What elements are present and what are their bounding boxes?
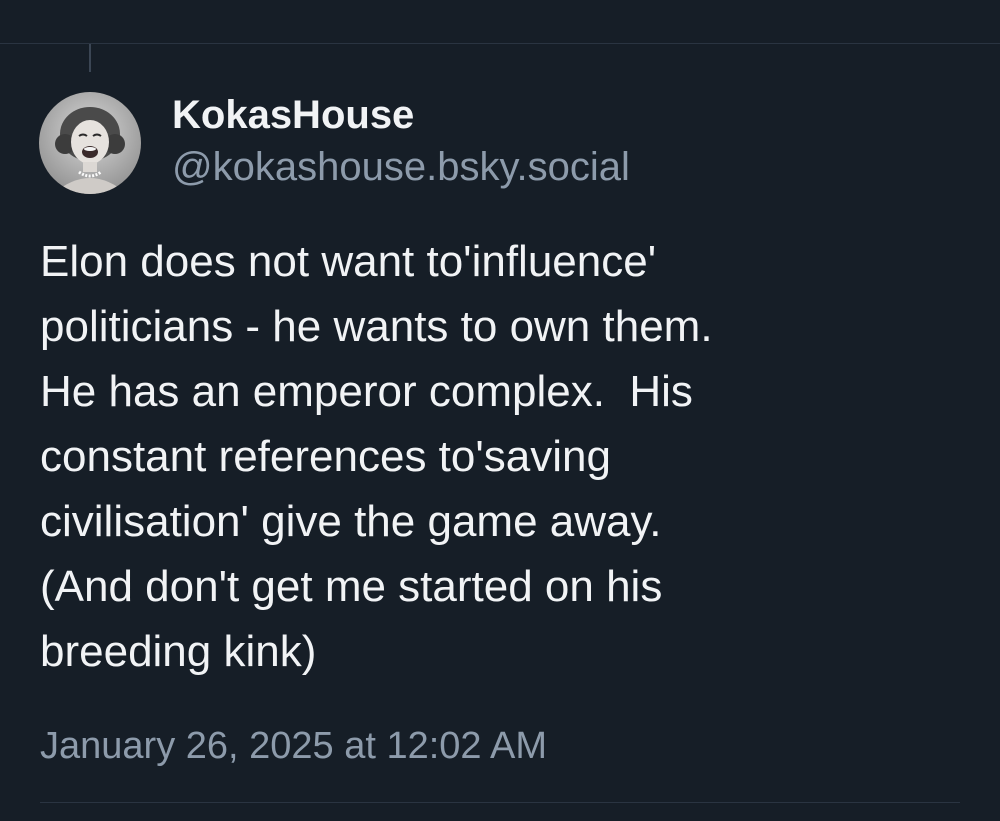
avatar[interactable] bbox=[39, 92, 141, 194]
post-timestamp[interactable]: January 26, 2025 at 12:02 AM bbox=[40, 718, 547, 774]
post-text: Elon does not want to'influence' politic… bbox=[40, 237, 713, 676]
post-author[interactable]: KokasHouse @kokashouse.bsky.social bbox=[172, 90, 630, 192]
vintage-portrait-avatar-icon bbox=[39, 92, 141, 194]
top-divider bbox=[0, 43, 1000, 44]
author-display-name[interactable]: KokasHouse bbox=[172, 90, 630, 140]
thread-connector-line bbox=[89, 44, 91, 72]
bottom-divider bbox=[40, 802, 960, 803]
author-handle[interactable]: @kokashouse.bsky.social bbox=[172, 142, 630, 192]
